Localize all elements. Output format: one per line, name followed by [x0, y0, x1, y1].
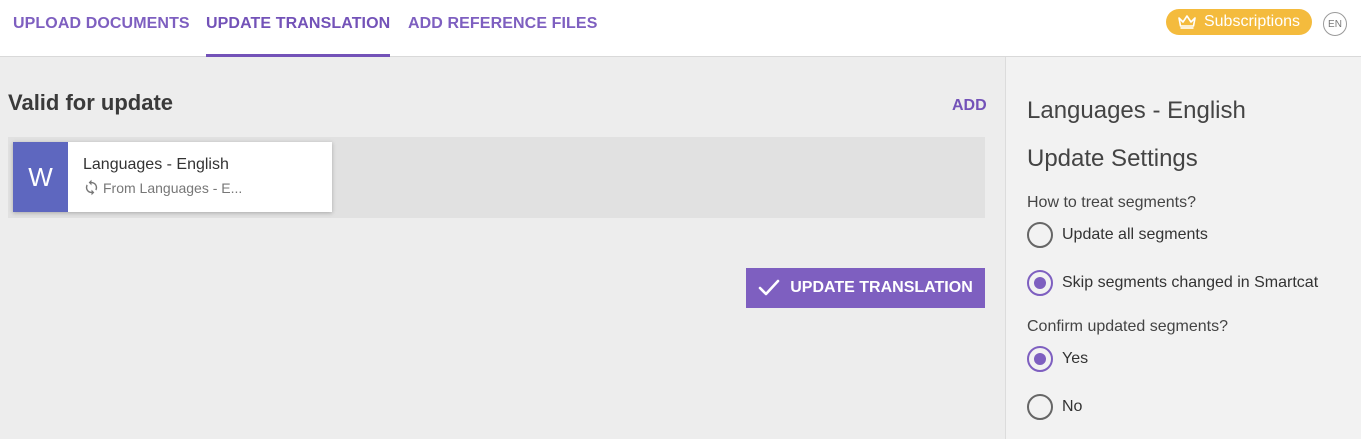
document-source-label: From Languages - E... [103, 179, 243, 196]
sync-icon [85, 179, 98, 196]
check-icon [758, 279, 780, 296]
word-document-icon: W [13, 142, 68, 212]
settings-subtitle: Update Settings [1027, 145, 1198, 172]
radio-label: Update all segments [1062, 226, 1208, 243]
radio-confirm-no[interactable]: No [1027, 394, 1082, 420]
update-translation-label: UPDATE TRANSLATION [790, 279, 973, 296]
language-selector[interactable]: EN [1323, 12, 1347, 36]
radio-update-all-segments[interactable]: Update all segments [1027, 222, 1208, 248]
document-name: Languages - English [83, 156, 229, 173]
add-button[interactable]: ADD [952, 97, 987, 115]
settings-panel: Languages - English Update Settings How … [1005, 57, 1361, 439]
radio-label: Skip segments changed in Smartcat [1062, 274, 1319, 291]
document-card[interactable]: W Languages - English From Languages - E… [13, 142, 332, 212]
tab-update-translation[interactable]: UPDATE TRANSLATION [206, 0, 391, 57]
radio-button[interactable] [1027, 346, 1053, 372]
radio-confirm-yes[interactable]: Yes [1027, 346, 1088, 372]
radio-button[interactable] [1027, 222, 1053, 248]
tab-upload-documents[interactable]: UPLOAD DOCUMENTS [13, 0, 190, 57]
section-title: Valid for update [8, 90, 174, 115]
radio-button[interactable] [1027, 270, 1053, 296]
document-source: From Languages - E... [83, 179, 242, 196]
radio-button[interactable] [1027, 394, 1053, 420]
confirm-question: Confirm updated segments? [1027, 318, 1228, 335]
tab-add-reference-files[interactable]: ADD REFERENCE FILES [408, 0, 597, 57]
crown-icon [1178, 15, 1196, 29]
segments-question: How to treat segments? [1027, 194, 1196, 211]
radio-skip-changed-segments[interactable]: Skip segments changed in Smartcat [1027, 270, 1318, 296]
radio-label: Yes [1062, 350, 1089, 367]
subscriptions-label: Subscriptions [1203, 13, 1301, 30]
settings-document-title: Languages - English [1027, 97, 1246, 124]
radio-label: No [1062, 398, 1083, 415]
subscriptions-button[interactable]: Subscriptions [1166, 9, 1312, 35]
update-translation-button[interactable]: UPDATE TRANSLATION [746, 268, 985, 308]
top-bar: UPLOAD DOCUMENTS UPDATE TRANSLATION ADD … [0, 0, 1361, 57]
